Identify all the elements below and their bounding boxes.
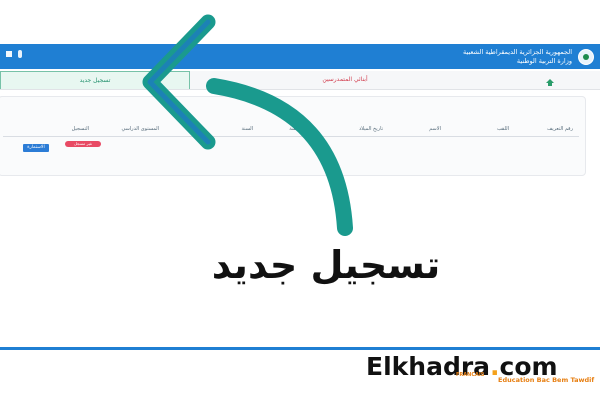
- header-left-controls: [6, 50, 22, 58]
- tab-home[interactable]: [500, 71, 600, 88]
- students-panel: رقم التعريف اللقب الاسم تاريخ الميلاد ال…: [0, 96, 586, 176]
- column-header-year: السنة: [241, 126, 253, 132]
- emblem-icon: [578, 49, 594, 65]
- column-header-level: المستوى الدراسي: [121, 126, 159, 132]
- table-row: الاستمارة غير مسجل: [3, 141, 579, 157]
- tab-my-children-label: أبنائي المتمدرسين: [322, 76, 368, 83]
- column-header-birthdate: تاريخ الميلاد: [358, 126, 383, 132]
- column-header-school: المؤسسة: [289, 126, 309, 132]
- ministry-line-2: وزارة التربية الوطنية: [516, 56, 572, 65]
- app-header-bar: الجمهورية الجزائرية الديمقراطية الشعبية …: [0, 44, 600, 69]
- overlay-headline: تسجيل جديد: [211, 243, 441, 287]
- ministry-line-1: الجمهورية الجزائرية الديمقراطية الشعبية: [463, 48, 572, 56]
- top-blank-area: [0, 0, 600, 44]
- tab-my-children[interactable]: أبنائي المتمدرسين: [190, 71, 500, 88]
- brand-logo: Elkhadra.com FRANCAIS Education Bac Bem …: [366, 352, 594, 384]
- column-header-registration: التسجيل: [71, 126, 89, 132]
- tab-new-registration-label: تسجيل جديد: [79, 77, 111, 84]
- ministry-title: الجمهورية الجزائرية الديمقراطية الشعبية …: [463, 48, 572, 65]
- column-header-name: الاسم: [429, 126, 441, 132]
- brand-tagline: Education Bac Bem Tawdif: [498, 376, 595, 384]
- tab-bar: تسجيل جديد أبنائي المتمدرسين: [0, 71, 600, 90]
- footer-divider: [0, 347, 600, 350]
- column-header-surname: اللقب: [496, 126, 509, 132]
- menu-toggle-icon[interactable]: [6, 51, 12, 57]
- home-icon: [546, 79, 554, 86]
- brand-small: FRANCAIS: [456, 372, 485, 378]
- status-badge: غير مسجل: [65, 141, 101, 147]
- user-icon[interactable]: [18, 50, 22, 58]
- column-header-id: رقم التعريف: [547, 126, 573, 132]
- tab-new-registration[interactable]: تسجيل جديد: [0, 71, 190, 89]
- table-header: رقم التعريف اللقب الاسم تاريخ الميلاد ال…: [3, 124, 579, 137]
- form-button[interactable]: الاستمارة: [23, 144, 49, 152]
